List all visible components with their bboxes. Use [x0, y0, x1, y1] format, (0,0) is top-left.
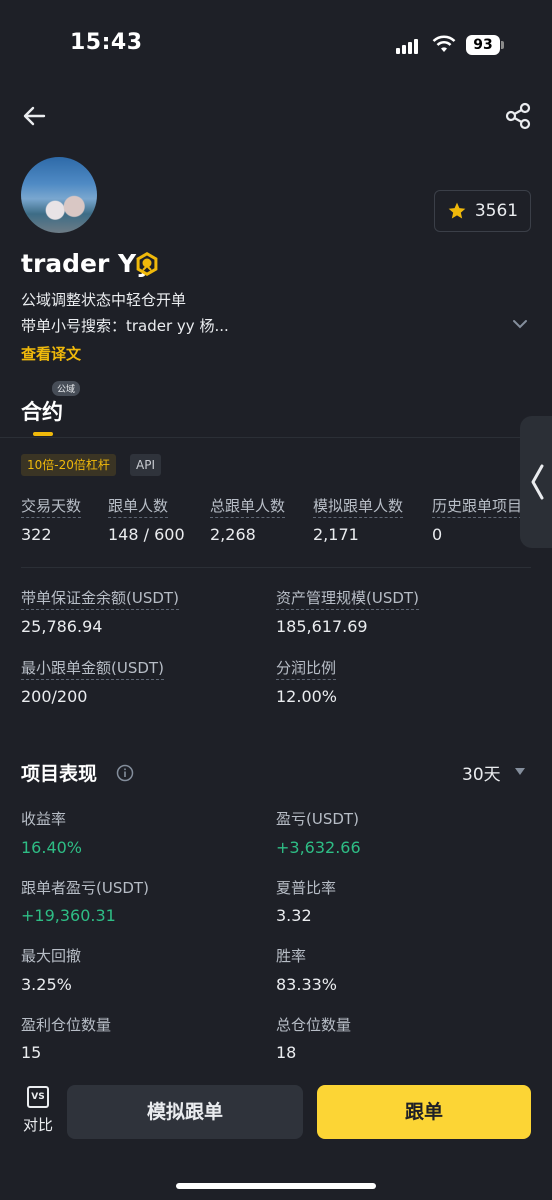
total-positions-value: 18: [276, 1043, 297, 1062]
profitable-positions-value: 15: [21, 1043, 42, 1062]
tab-active-indicator: [33, 432, 53, 436]
trader-bio-line2: 带单小号搜索：trader yy 杨...: [21, 317, 229, 335]
max-drawdown-value: 3.25%: [21, 975, 72, 994]
stat-value: 2,268: [210, 525, 256, 544]
stat-value: 0: [432, 525, 443, 544]
divider: [21, 567, 531, 568]
min-copy-amount-value: 200/200: [21, 687, 88, 706]
aum-value: 185,617.69: [276, 617, 368, 636]
stat-value: 2,171: [313, 525, 359, 544]
stat-label: 历史跟单项目: [432, 495, 520, 518]
pnl-value: +3,632.66: [276, 838, 361, 857]
stat-label: 模拟跟单人数: [313, 495, 404, 518]
share-icon[interactable]: [504, 101, 532, 131]
cellular-signal-icon: [396, 38, 418, 54]
total-positions-label: 总仓位数量: [276, 1016, 352, 1034]
copy-trade-button[interactable]: 跟单: [317, 1085, 531, 1139]
win-rate-value: 83.33%: [276, 975, 338, 994]
view-translation-link[interactable]: 查看译文: [21, 343, 81, 364]
status-time: 15:43: [70, 30, 143, 55]
favorite-button[interactable]: 3561: [434, 190, 531, 232]
win-rate-label: 胜率: [276, 947, 307, 965]
trader-badge-icon: [136, 252, 158, 276]
back-arrow-icon[interactable]: [20, 102, 50, 130]
profit-share-value: 12.00%: [276, 687, 338, 706]
profitable-positions-label: 盈利仓位数量: [21, 1016, 112, 1034]
avatar: [21, 157, 97, 233]
battery-icon: 93: [466, 35, 500, 55]
period-selector[interactable]: 30天: [462, 760, 501, 785]
favorite-count: 3561: [474, 201, 519, 221]
copier-pnl-value: +19,360.31: [21, 906, 116, 925]
margin-balance-label: 带单保证金余额(USDT): [21, 587, 179, 610]
max-drawdown-label: 最大回撤: [21, 947, 82, 965]
pnl-label: 盈亏(USDT): [276, 810, 359, 828]
roi-value: 16.40%: [21, 838, 83, 857]
trader-bio-line1: 公域调整状态中轻仓开单: [21, 291, 187, 309]
copier-pnl-label: 跟单者盈亏(USDT): [21, 879, 149, 897]
performance-title: 项目表现: [21, 763, 98, 785]
stat-value: 148 / 600: [108, 525, 185, 544]
stat-label: 跟单人数: [108, 495, 169, 518]
wifi-icon: [432, 35, 456, 52]
leverage-tag: 10倍-20倍杠杆: [21, 454, 116, 476]
info-icon[interactable]: [116, 764, 134, 782]
sharpe-ratio-label: 夏普比率: [276, 879, 337, 897]
stat-label: 交易天数: [21, 495, 82, 518]
min-copy-amount-label: 最小跟单金额(USDT): [21, 657, 164, 680]
roi-label: 收益率: [21, 810, 67, 828]
stat-label: 总跟单人数: [210, 495, 286, 518]
margin-balance-value: 25,786.94: [21, 617, 103, 636]
vs-icon: VS: [27, 1086, 49, 1108]
divider: [0, 437, 552, 438]
public-domain-tag: 公域: [52, 381, 81, 396]
chevron-left-icon: [531, 464, 544, 500]
profit-share-label: 分润比例: [276, 657, 337, 680]
tab-contract[interactable]: 合约: [21, 396, 63, 426]
api-tag: API: [130, 454, 161, 476]
home-indicator: [176, 1183, 376, 1189]
side-panel-handle[interactable]: [520, 416, 552, 548]
compare-label: 对比: [22, 1116, 53, 1134]
battery-tip: [501, 41, 504, 49]
chevron-down-icon[interactable]: [512, 318, 528, 330]
star-icon: [448, 202, 466, 219]
compare-button[interactable]: VS 对比: [18, 1086, 58, 1138]
simulate-copy-button[interactable]: 模拟跟单: [67, 1085, 303, 1139]
sharpe-ratio-value: 3.32: [276, 906, 312, 925]
aum-label: 资产管理规模(USDT): [276, 587, 419, 610]
stat-value: 322: [21, 525, 52, 544]
stats-row: 交易天数 322 跟单人数 148 / 600 总跟单人数 2,268 模拟跟单…: [0, 490, 520, 550]
caret-down-icon[interactable]: [515, 768, 525, 775]
